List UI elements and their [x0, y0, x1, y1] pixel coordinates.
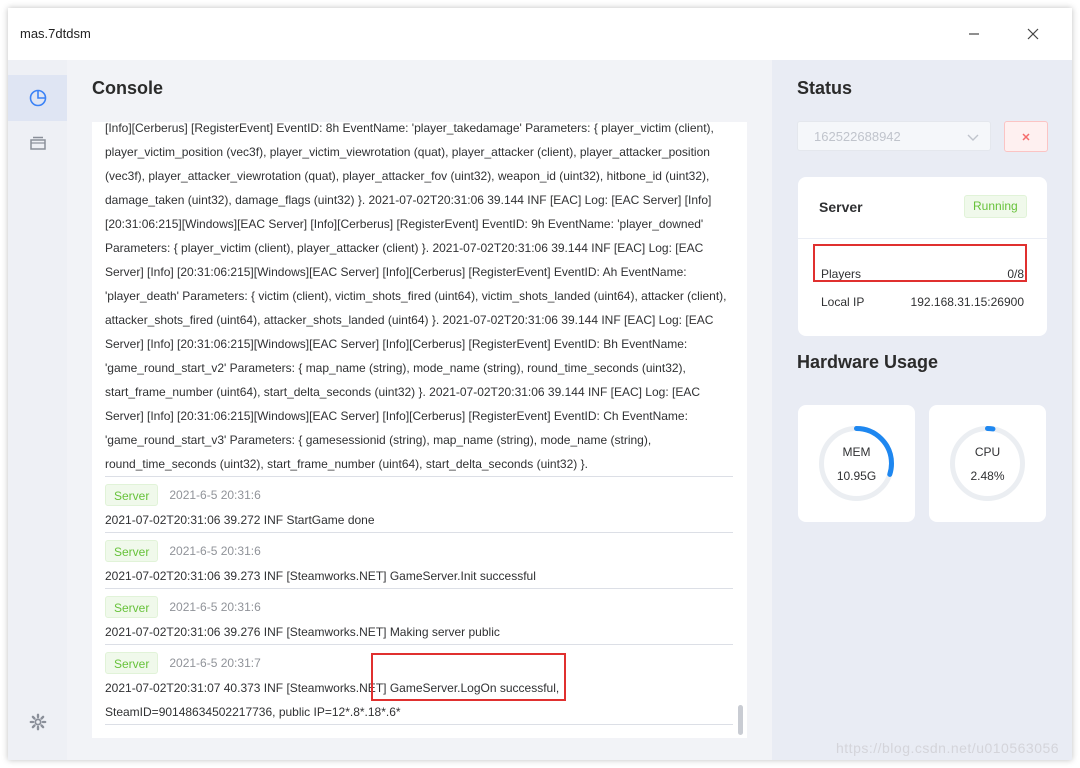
log-source-tag: Server: [105, 652, 159, 674]
hardware-usage-title: Hardware Usage: [797, 352, 939, 372]
mem-value: 10.95G: [836, 469, 877, 483]
cpu-label: CPU: [974, 445, 1001, 459]
minimize-icon: [969, 33, 979, 35]
watermark-text: https://blog.csdn.net/u010563056: [836, 740, 1060, 756]
server-select[interactable]: 162522688942: [797, 121, 991, 151]
server-info-card: Server Running Players 0/8 Local IP 192.…: [798, 177, 1047, 336]
minimize-button[interactable]: [962, 22, 986, 46]
log-entry: Server 2021-6-5 20:31:6 2021-07-02T20:31…: [105, 533, 733, 589]
mem-label: MEM: [842, 445, 871, 459]
log-source-tag: Server: [105, 596, 159, 618]
mem-gauge-card: MEM 10.95G: [798, 405, 915, 522]
sidebar-item-dashboard[interactable]: [8, 75, 67, 121]
gear-icon: [29, 713, 46, 731]
cpu-value: 2.48%: [970, 469, 1005, 483]
server-card-title: Server: [819, 199, 863, 215]
log-entry-text: 2021-07-02T20:31:06 39.276 INF [Steamwor…: [105, 625, 500, 639]
pie-chart-icon: [29, 89, 46, 107]
console-log[interactable]: [Info][Cerberus] [RegisterEvent] EventID…: [92, 122, 747, 738]
console-title: Console: [92, 78, 164, 98]
status-title: Status: [797, 78, 853, 98]
log-entry: Server 2021-6-5 20:31:6 2021-07-02T20:31…: [105, 477, 733, 533]
local-ip-value: 192.168.31.15:26900: [910, 295, 1024, 309]
log-source-tag: Server: [105, 540, 159, 562]
status-panel: Status 162522688942 Server Running Playe…: [772, 60, 1072, 760]
cpu-gauge-card: CPU 2.48%: [929, 405, 1046, 522]
mem-gauge: [819, 426, 894, 501]
log-entry-text: 2021-07-02T20:31:06 39.273 INF [Steamwor…: [105, 569, 536, 583]
stop-server-button[interactable]: [1004, 121, 1048, 152]
log-entry-text: [Info][Cerberus] [RegisterEvent] EventID…: [105, 122, 727, 471]
log-entry-text: 2021-07-02T20:31:06 39.272 INF StartGame…: [105, 513, 375, 527]
local-ip-label: Local IP: [821, 295, 865, 309]
sidebar: [8, 60, 67, 760]
app-title: mas.7dtdsm: [20, 26, 91, 41]
annotation-highlight-players: [813, 244, 1027, 282]
log-time: 2021-6-5 20:31:6: [169, 600, 261, 614]
close-window-button[interactable]: [1021, 22, 1045, 46]
close-icon: [1027, 28, 1039, 40]
stack-icon: [29, 136, 46, 150]
sidebar-item-settings[interactable]: [8, 707, 67, 737]
app-window: mas.7dtdsm Console [Info][Cerberus] [Reg…: [8, 8, 1072, 760]
card-divider: [798, 238, 1047, 239]
log-time: 2021-6-5 20:31:6: [169, 488, 261, 502]
status-badge: Running: [964, 195, 1027, 218]
server-select-value: 162522688942: [814, 129, 901, 144]
log-time: 2021-6-5 20:31:7: [169, 656, 261, 670]
cpu-gauge-track: [950, 426, 1025, 501]
chevron-down-icon: [967, 134, 979, 141]
log-source-tag: Server: [105, 484, 159, 506]
close-icon: [1022, 132, 1030, 141]
annotation-highlight-logon: [371, 653, 566, 701]
title-bar: mas.7dtdsm: [8, 8, 1072, 60]
log-divider: [105, 724, 733, 725]
console-scrollbar[interactable]: [738, 705, 743, 735]
log-entry: Server 2021-6-5 20:31:6 2021-07-02T20:31…: [105, 589, 733, 645]
sidebar-item-servers[interactable]: [8, 120, 67, 166]
cpu-gauge: [950, 426, 1025, 501]
log-time: 2021-6-5 20:31:6: [169, 544, 261, 558]
